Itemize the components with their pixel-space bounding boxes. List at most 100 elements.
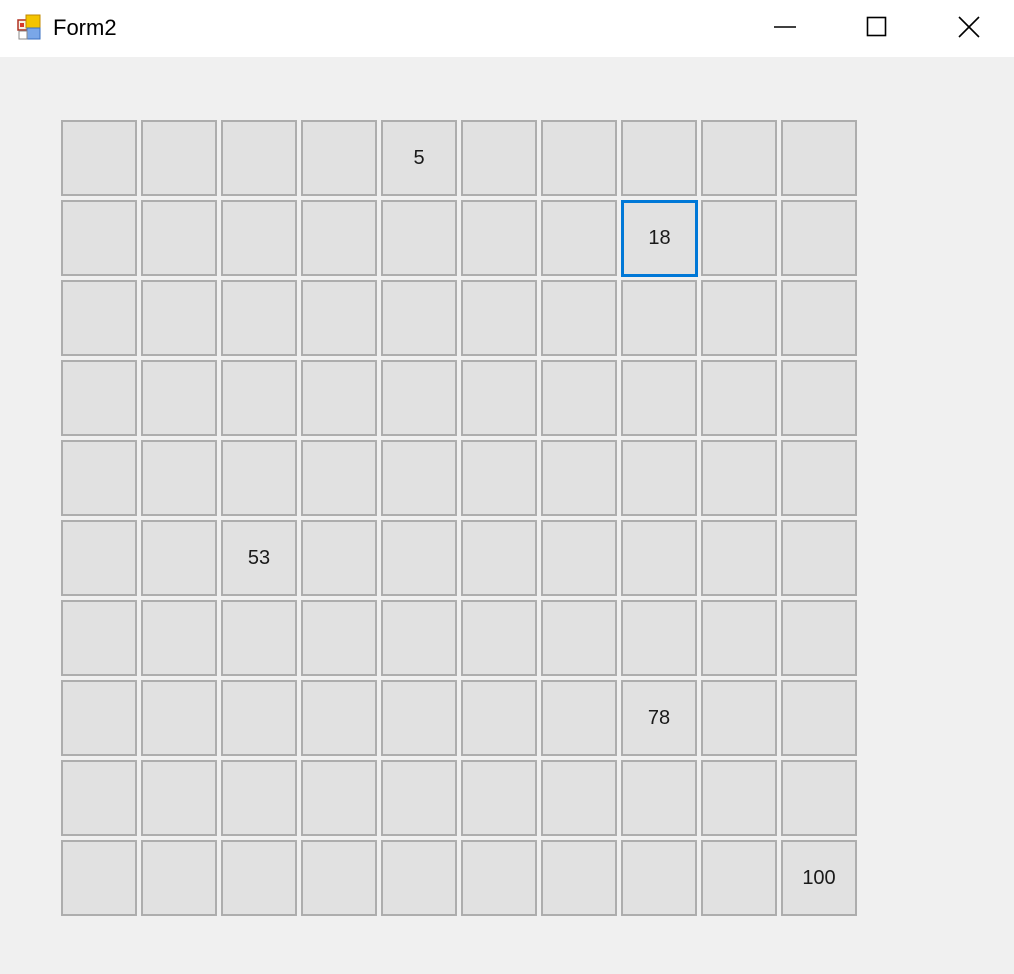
grid-button-23[interactable] (221, 280, 297, 356)
grid-button-94[interactable] (301, 840, 377, 916)
grid-button-53[interactable]: 53 (221, 520, 297, 596)
grid-button-61[interactable] (61, 600, 137, 676)
grid-button-98[interactable] (621, 840, 697, 916)
grid-button-89[interactable] (701, 760, 777, 836)
grid-button-70[interactable] (781, 600, 857, 676)
grid-button-59[interactable] (701, 520, 777, 596)
grid-button-21[interactable] (61, 280, 137, 356)
grid-button-62[interactable] (141, 600, 217, 676)
grid-button-30[interactable] (781, 280, 857, 356)
grid-button-54[interactable] (301, 520, 377, 596)
grid-button-9[interactable] (701, 120, 777, 196)
grid-button-90[interactable] (781, 760, 857, 836)
grid-button-11[interactable] (61, 200, 137, 276)
grid-button-63[interactable] (221, 600, 297, 676)
grid-button-2[interactable] (141, 120, 217, 196)
title-bar[interactable]: Form2 (0, 0, 1014, 57)
grid-button-17[interactable] (541, 200, 617, 276)
grid-button-78[interactable]: 78 (621, 680, 697, 756)
grid-button-38[interactable] (621, 360, 697, 436)
grid-button-6[interactable] (461, 120, 537, 196)
grid-button-36[interactable] (461, 360, 537, 436)
grid-button-8[interactable] (621, 120, 697, 196)
grid-button-48[interactable] (621, 440, 697, 516)
grid-button-42[interactable] (141, 440, 217, 516)
grid-button-72[interactable] (141, 680, 217, 756)
grid-button-100[interactable]: 100 (781, 840, 857, 916)
grid-button-25[interactable] (381, 280, 457, 356)
grid-button-13[interactable] (221, 200, 297, 276)
grid-button-68[interactable] (621, 600, 697, 676)
grid-button-95[interactable] (381, 840, 457, 916)
grid-button-69[interactable] (701, 600, 777, 676)
grid-button-83[interactable] (221, 760, 297, 836)
grid-button-50[interactable] (781, 440, 857, 516)
grid-button-65[interactable] (381, 600, 457, 676)
grid-button-87[interactable] (541, 760, 617, 836)
grid-button-35[interactable] (381, 360, 457, 436)
grid-button-76[interactable] (461, 680, 537, 756)
grid-button-81[interactable] (61, 760, 137, 836)
grid-button-93[interactable] (221, 840, 297, 916)
grid-button-26[interactable] (461, 280, 537, 356)
grid-button-67[interactable] (541, 600, 617, 676)
grid-button-19[interactable] (701, 200, 777, 276)
grid-button-24[interactable] (301, 280, 377, 356)
grid-button-80[interactable] (781, 680, 857, 756)
grid-button-77[interactable] (541, 680, 617, 756)
grid-button-58[interactable] (621, 520, 697, 596)
grid-button-44[interactable] (301, 440, 377, 516)
grid-button-14[interactable] (301, 200, 377, 276)
grid-button-73[interactable] (221, 680, 297, 756)
grid-button-39[interactable] (701, 360, 777, 436)
grid-button-52[interactable] (141, 520, 217, 596)
minimize-button[interactable] (738, 0, 830, 57)
grid-button-27[interactable] (541, 280, 617, 356)
grid-button-51[interactable] (61, 520, 137, 596)
grid-button-12[interactable] (141, 200, 217, 276)
grid-button-64[interactable] (301, 600, 377, 676)
grid-button-56[interactable] (461, 520, 537, 596)
grid-button-85[interactable] (381, 760, 457, 836)
close-button[interactable] (922, 0, 1014, 57)
grid-button-5[interactable]: 5 (381, 120, 457, 196)
grid-button-96[interactable] (461, 840, 537, 916)
grid-button-3[interactable] (221, 120, 297, 196)
app-icon[interactable] (17, 14, 43, 40)
grid-button-28[interactable] (621, 280, 697, 356)
grid-button-29[interactable] (701, 280, 777, 356)
grid-button-45[interactable] (381, 440, 457, 516)
grid-button-75[interactable] (381, 680, 457, 756)
grid-button-16[interactable] (461, 200, 537, 276)
grid-button-55[interactable] (381, 520, 457, 596)
grid-button-57[interactable] (541, 520, 617, 596)
grid-button-18[interactable]: 18 (621, 200, 698, 277)
grid-button-46[interactable] (461, 440, 537, 516)
grid-button-1[interactable] (61, 120, 137, 196)
grid-button-7[interactable] (541, 120, 617, 196)
grid-button-22[interactable] (141, 280, 217, 356)
grid-button-79[interactable] (701, 680, 777, 756)
grid-button-4[interactable] (301, 120, 377, 196)
grid-button-31[interactable] (61, 360, 137, 436)
grid-button-32[interactable] (141, 360, 217, 436)
grid-button-41[interactable] (61, 440, 137, 516)
grid-button-66[interactable] (461, 600, 537, 676)
grid-button-97[interactable] (541, 840, 617, 916)
grid-button-60[interactable] (781, 520, 857, 596)
grid-button-84[interactable] (301, 760, 377, 836)
grid-button-43[interactable] (221, 440, 297, 516)
grid-button-40[interactable] (781, 360, 857, 436)
grid-button-10[interactable] (781, 120, 857, 196)
grid-button-37[interactable] (541, 360, 617, 436)
grid-button-91[interactable] (61, 840, 137, 916)
grid-button-74[interactable] (301, 680, 377, 756)
grid-button-33[interactable] (221, 360, 297, 436)
maximize-button[interactable] (830, 0, 922, 57)
grid-button-47[interactable] (541, 440, 617, 516)
grid-button-49[interactable] (701, 440, 777, 516)
grid-button-20[interactable] (781, 200, 857, 276)
grid-button-92[interactable] (141, 840, 217, 916)
grid-button-86[interactable] (461, 760, 537, 836)
grid-button-99[interactable] (701, 840, 777, 916)
